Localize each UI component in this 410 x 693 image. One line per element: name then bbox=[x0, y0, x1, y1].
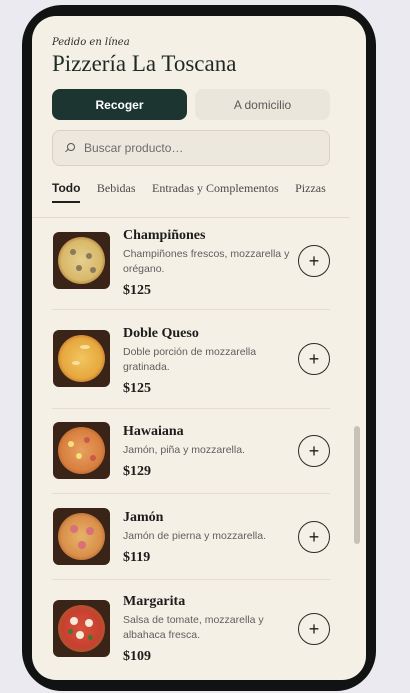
tab-todo[interactable]: Todo bbox=[52, 181, 81, 203]
search-input[interactable] bbox=[84, 141, 314, 155]
add-to-cart-button[interactable]: + bbox=[298, 435, 330, 467]
product-description: Jamón, piña y mozzarella. bbox=[123, 444, 245, 456]
product-price: $129 bbox=[123, 464, 151, 479]
scrollbar[interactable] bbox=[354, 426, 360, 544]
product-name: Doble Queso bbox=[123, 326, 199, 341]
page-title: Pizzería La Toscana bbox=[52, 51, 237, 76]
ham-pizza-image bbox=[53, 508, 110, 565]
page-subtitle: Pedido en línea bbox=[52, 37, 130, 48]
tab-pizzas[interactable]: Pizzas bbox=[295, 181, 326, 202]
tab-entradas[interactable]: Entradas y Complementos bbox=[152, 181, 279, 202]
app-screen: Pedido en línea Pizzería La Toscana Reco… bbox=[32, 16, 366, 680]
product-card[interactable]: Hawaiana Jamón, piña y mozzarella. $129 … bbox=[52, 409, 330, 494]
header: Pedido en línea Pizzería La Toscana bbox=[52, 37, 236, 78]
add-to-cart-button[interactable]: + bbox=[298, 245, 330, 277]
product-price: $125 bbox=[123, 283, 151, 298]
product-name: Hawaiana bbox=[123, 424, 184, 439]
product-description: Jamón de pierna y mozzarella. bbox=[123, 530, 266, 542]
product-price: $119 bbox=[123, 550, 151, 565]
pickup-button[interactable]: Recoger bbox=[52, 89, 187, 120]
product-card[interactable]: Doble Queso Doble porción de mozzarella … bbox=[52, 310, 330, 409]
product-price: $109 bbox=[123, 649, 151, 664]
product-name: Champiñones bbox=[123, 228, 206, 243]
category-tabs: Todo Bebidas Entradas y Complementos Piz… bbox=[52, 179, 350, 203]
add-to-cart-button[interactable]: + bbox=[298, 343, 330, 375]
margherita-pizza-image bbox=[53, 600, 110, 657]
product-card[interactable]: Margarita Salsa de tomate, mozzarella y … bbox=[52, 580, 330, 680]
search-bar[interactable] bbox=[52, 130, 330, 166]
product-price: $125 bbox=[123, 381, 151, 396]
product-list: Champiñones Champiñones frescos, mozzare… bbox=[52, 218, 330, 680]
mushroom-pizza-image bbox=[53, 232, 110, 289]
tab-bebidas[interactable]: Bebidas bbox=[97, 181, 136, 202]
product-card[interactable]: Jamón Jamón de pierna y mozzarella. $119… bbox=[52, 494, 330, 580]
product-description: Doble porción de mozzarella gratinada. bbox=[123, 346, 257, 373]
product-description: Champiñones frescos, mozzarella y orégan… bbox=[123, 248, 290, 275]
product-name: Margarita bbox=[123, 594, 186, 609]
add-to-cart-button[interactable]: + bbox=[298, 613, 330, 645]
add-to-cart-button[interactable]: + bbox=[298, 521, 330, 553]
product-name: Jamón bbox=[123, 510, 164, 525]
delivery-button[interactable]: A domicilio bbox=[195, 89, 330, 120]
product-card[interactable]: Champiñones Champiñones frescos, mozzare… bbox=[52, 218, 330, 310]
product-description: Salsa de tomate, mozzarella y albahaca f… bbox=[123, 614, 264, 641]
order-mode-toggle: Recoger A domicilio bbox=[52, 89, 330, 120]
double-cheese-pizza-image bbox=[53, 330, 110, 387]
hawaiian-pizza-image bbox=[53, 422, 110, 479]
search-icon bbox=[65, 143, 75, 153]
